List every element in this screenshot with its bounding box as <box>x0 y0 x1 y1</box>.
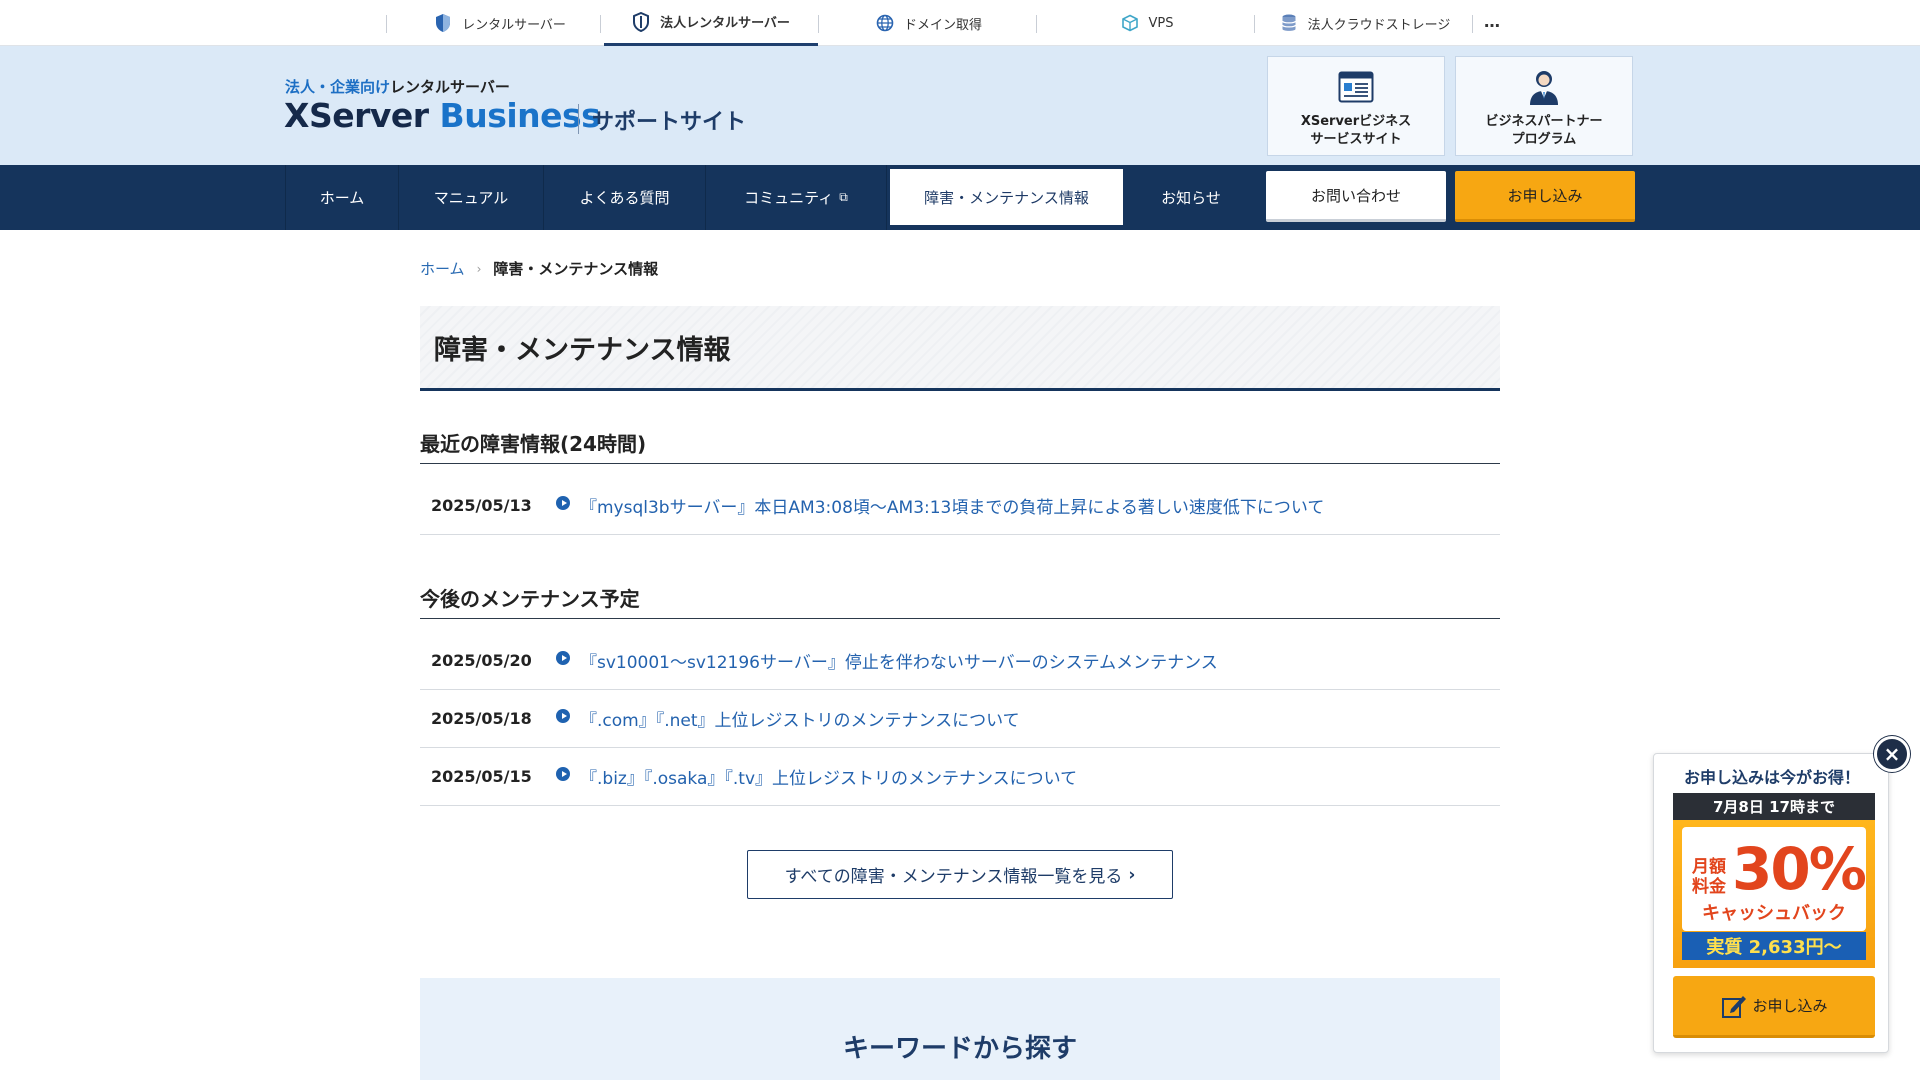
service-bar: レンタルサーバー 法人レンタルサーバー ドメイン取得 VPS 法人クラウドストレ… <box>0 0 1920 46</box>
card-label: ビジネスパートナー プログラム <box>1485 113 1602 149</box>
service-tab-business-rental-server[interactable]: 法人レンタルサーバー <box>604 0 818 46</box>
promo-apply-button[interactable]: お申し込み <box>1673 976 1875 1038</box>
nav-manual[interactable]: マニュアル <box>398 165 543 230</box>
close-icon[interactable]: × <box>1874 736 1910 772</box>
business-partner-program-link[interactable]: ビジネスパートナー プログラム <box>1455 56 1633 156</box>
separator <box>1254 15 1255 33</box>
incident-link[interactable]: 『mysql3bサーバー』本日AM3:08頃～AM3:13頃までの負荷上昇による… <box>580 493 1324 518</box>
nav-community[interactable]: コミュニティ ⧉ <box>705 165 887 230</box>
maintenance-link[interactable]: 『.com』『.net』上位レジストリのメンテナンスについて <box>580 706 1020 731</box>
page-title-box: 障害・メンテナンス情報 <box>420 306 1500 391</box>
tagline-highlight: 法人・企業向け <box>285 78 391 96</box>
incident-row: 2025/05/13 『mysql3bサーバー』本日AM3:08頃～AM3:13… <box>420 477 1500 535</box>
play-circle-icon <box>556 650 570 665</box>
apply-button[interactable]: お申し込み <box>1455 171 1635 222</box>
external-link-icon: ⧉ <box>839 190 848 204</box>
promo-cashback: キャッシュバック <box>1702 903 1846 924</box>
service-tab-rental-server[interactable]: レンタルサーバー <box>400 0 600 46</box>
card-label-line1: ビジネスパートナー <box>1485 114 1603 129</box>
promo-label-line1: 月額 <box>1692 857 1726 877</box>
card-label: XServerビジネス サービスサイト <box>1301 113 1411 149</box>
maintenance-row: 2025/05/18 『.com』『.net』上位レジストリのメンテナンスについ… <box>420 690 1500 748</box>
keyword-search-heading: キーワードから探す <box>842 1034 1077 1064</box>
play-circle-icon <box>556 708 570 723</box>
keyword-search-section: キーワードから探す <box>420 978 1500 1080</box>
page-title: 障害・メンテナンス情報 <box>434 335 731 366</box>
promo-percent: 30% <box>1732 835 1867 903</box>
incidents-heading: 最近の障害情報(24時間) <box>420 418 1500 464</box>
service-tab-vps[interactable]: VPS <box>1040 0 1254 46</box>
business-service-site-link[interactable]: XServerビジネス サービスサイト <box>1267 56 1445 156</box>
tagline-rest: レンタルサーバー <box>390 78 510 96</box>
nav-community-label: コミュニティ <box>744 189 834 207</box>
maintenance-row: 2025/05/15 『.biz』『.osaka』『.tv』上位レジストリのメン… <box>420 748 1500 806</box>
promo-banner[interactable]: 月額 料金 30% キャッシュバック 実質 2,633円～ <box>1673 820 1875 968</box>
pencil-form-icon <box>1720 992 1748 1020</box>
service-tab-cloud-storage[interactable]: 法人クラウドストレージ <box>1258 0 1472 46</box>
contact-button[interactable]: お問い合わせ <box>1266 171 1446 222</box>
more-services-button[interactable]: … <box>1484 12 1501 31</box>
promo-label-line2: 料金 <box>1692 877 1726 897</box>
shield-half-icon <box>434 13 452 33</box>
maintenance-date: 2025/05/18 <box>431 709 532 728</box>
support-site-label: サポートサイト <box>592 110 747 135</box>
promo-title: お申し込みは今がお得！ <box>1683 768 1860 787</box>
maintenance-row: 2025/05/20 『sv10001～sv12196サーバー』停止を伴わないサ… <box>420 632 1500 690</box>
chevron-right-icon: › <box>1128 864 1136 885</box>
maintenance-link[interactable]: 『.biz』『.osaka』『.tv』上位レジストリのメンテナンスについて <box>580 764 1077 789</box>
browser-window-icon <box>1336 67 1376 107</box>
service-tab-label: VPS <box>1148 15 1174 31</box>
maintenance-date: 2025/05/15 <box>431 767 532 786</box>
promo-banner-inner: 月額 料金 30% キャッシュバック <box>1682 827 1867 931</box>
promo-deadline: 7月8日 17時まで <box>1673 793 1875 820</box>
maintenance-heading: 今後のメンテナンス予定 <box>420 573 1500 619</box>
database-icon <box>1280 13 1298 33</box>
promo-monthly-label: 月額 料金 <box>1692 857 1726 897</box>
main-nav: ホーム マニュアル よくある質問 コミュニティ ⧉ 障害・メンテナンス情報 お知… <box>0 165 1920 230</box>
site-logo[interactable]: XServer Business <box>284 96 601 135</box>
business-person-icon <box>1524 67 1564 107</box>
separator <box>600 15 601 33</box>
promo-real-price: 実質 2,633円～ <box>1682 932 1866 960</box>
breadcrumb-home-link[interactable]: ホーム <box>420 258 465 279</box>
card-label-line2: プログラム <box>1511 132 1577 147</box>
service-tab-label: レンタルサーバー <box>462 17 566 33</box>
view-all-label: すべての障害・メンテナンス情報一覧を見る <box>784 867 1123 887</box>
service-tab-label: 法人クラウドストレージ <box>1307 17 1451 33</box>
globe-icon <box>876 13 894 33</box>
separator <box>1036 15 1037 33</box>
nav-home[interactable]: ホーム <box>285 165 398 230</box>
maintenance-link[interactable]: 『sv10001～sv12196サーバー』停止を伴わないサーバーのシステムメンテ… <box>580 648 1218 673</box>
service-tab-domain[interactable]: ドメイン取得 <box>822 0 1036 46</box>
logo-divider <box>578 104 579 134</box>
promo-popup: お申し込みは今がお得！ 7月8日 17時まで 月額 料金 30% キャッシュバック… <box>1653 753 1889 1053</box>
shield-icon <box>632 11 650 32</box>
nav-news[interactable]: お知らせ <box>1123 165 1259 230</box>
promo-apply-label: お申し込み <box>1752 997 1828 1015</box>
chevron-right-icon: › <box>476 261 482 276</box>
service-tab-label: ドメイン取得 <box>903 17 982 33</box>
card-label-line2: サービスサイト <box>1310 132 1402 147</box>
header-tagline: 法人・企業向けレンタルサーバー <box>285 76 510 97</box>
card-label-line1: XServerビジネス <box>1300 114 1412 129</box>
service-tab-label: 法人レンタルサーバー <box>660 16 790 31</box>
breadcrumb: ホーム › 障害・メンテナンス情報 <box>420 258 658 279</box>
cube-icon <box>1121 13 1139 33</box>
logo-business: Business <box>439 96 601 135</box>
separator <box>386 15 387 33</box>
separator <box>818 15 819 33</box>
view-all-maintenance-button[interactable]: すべての障害・メンテナンス情報一覧を見る › <box>747 850 1173 899</box>
breadcrumb-current: 障害・メンテナンス情報 <box>493 260 659 278</box>
incident-date: 2025/05/13 <box>431 496 532 515</box>
maintenance-date: 2025/05/20 <box>431 651 532 670</box>
play-circle-icon <box>556 495 570 510</box>
nav-faq[interactable]: よくある質問 <box>543 165 705 230</box>
logo-xserver: XServer <box>284 96 429 135</box>
separator <box>1472 15 1473 33</box>
site-header: 法人・企業向けレンタルサーバー XServer Business サポートサイト… <box>0 46 1920 165</box>
play-circle-icon <box>556 766 570 781</box>
nav-maintenance-info[interactable]: 障害・メンテナンス情報 <box>890 169 1123 225</box>
